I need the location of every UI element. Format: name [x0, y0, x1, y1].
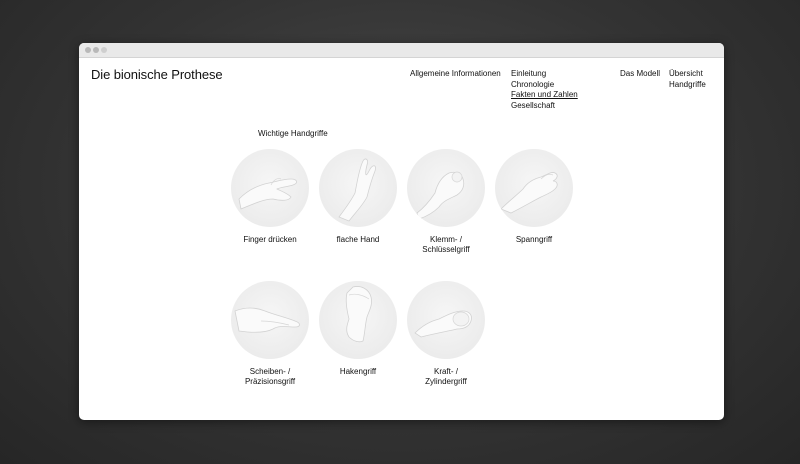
section-title: Wichtige Handgriffe: [258, 129, 328, 138]
grip-card-spanngriff[interactable]: Spanngriff: [495, 149, 573, 245]
cylinder-grip-hand-icon: [407, 281, 485, 359]
span-grip-hand-icon: [495, 149, 573, 227]
browser-titlebar: [79, 43, 724, 58]
grip-label: Klemm- / Schlüsselgriff: [422, 235, 470, 254]
nav-overview-line2: Handgriffe: [669, 79, 706, 89]
grip-label: Hakengriff: [339, 367, 377, 376]
grip-card-hakengriff[interactable]: Hakengriff: [319, 281, 397, 377]
grip-card-klemm-schluesselgriff[interactable]: Klemm- / Schlüsselgriff: [407, 149, 485, 254]
nav-overview-line1: Übersicht: [669, 69, 703, 78]
grip-label: Scheiben- / Präzisionsgriff: [244, 367, 296, 386]
key-grip-hand-icon: [407, 149, 485, 227]
site-title[interactable]: Die bionische Prothese: [91, 67, 223, 82]
nav-overview: Übersicht Handgriffe: [669, 69, 706, 90]
disc-grip-hand-icon: [231, 281, 309, 359]
nav-model: Das Modell: [620, 69, 660, 80]
nav-link-das-modell[interactable]: Das Modell: [620, 69, 660, 80]
grip-card-flache-hand[interactable]: flache Hand: [319, 149, 397, 245]
nav-general: Allgemeine Informationen: [410, 69, 501, 80]
nav-link-einleitung[interactable]: Einleitung: [511, 69, 578, 80]
nav-link-uebersicht-handgriffe[interactable]: Übersicht Handgriffe: [669, 69, 706, 90]
nav-link-fakten-und-zahlen[interactable]: Fakten und Zahlen: [511, 90, 578, 101]
grip-label: Finger drücken: [243, 235, 297, 244]
flat-hand-icon: [319, 149, 397, 227]
nav-subsections: Einleitung Chronologie Fakten und Zahlen…: [511, 69, 578, 111]
grip-label: flache Hand: [336, 235, 380, 244]
grip-card-scheiben-praezisionsgriff[interactable]: Scheiben- / Präzisionsgriff: [231, 281, 309, 386]
nav-link-general[interactable]: Allgemeine Informationen: [410, 69, 501, 80]
maximize-window-dot[interactable]: [101, 47, 107, 53]
nav-link-gesellschaft[interactable]: Gesellschaft: [511, 101, 578, 112]
browser-window: Die bionische Prothese Allgemeine Inform…: [79, 43, 724, 420]
nav-link-chronologie[interactable]: Chronologie: [511, 80, 578, 91]
grip-card-kraft-zylindergriff[interactable]: Kraft- / Zylindergriff: [407, 281, 485, 386]
grip-label: Spanngriff: [515, 235, 553, 244]
hook-grip-hand-icon: [319, 281, 397, 359]
grip-label: Kraft- / Zylindergriff: [425, 367, 467, 386]
grip-card-finger-druecken[interactable]: Finger drücken: [231, 149, 309, 245]
minimize-window-dot[interactable]: [93, 47, 99, 53]
pinch-hand-icon: [231, 149, 309, 227]
close-window-dot[interactable]: [85, 47, 91, 53]
